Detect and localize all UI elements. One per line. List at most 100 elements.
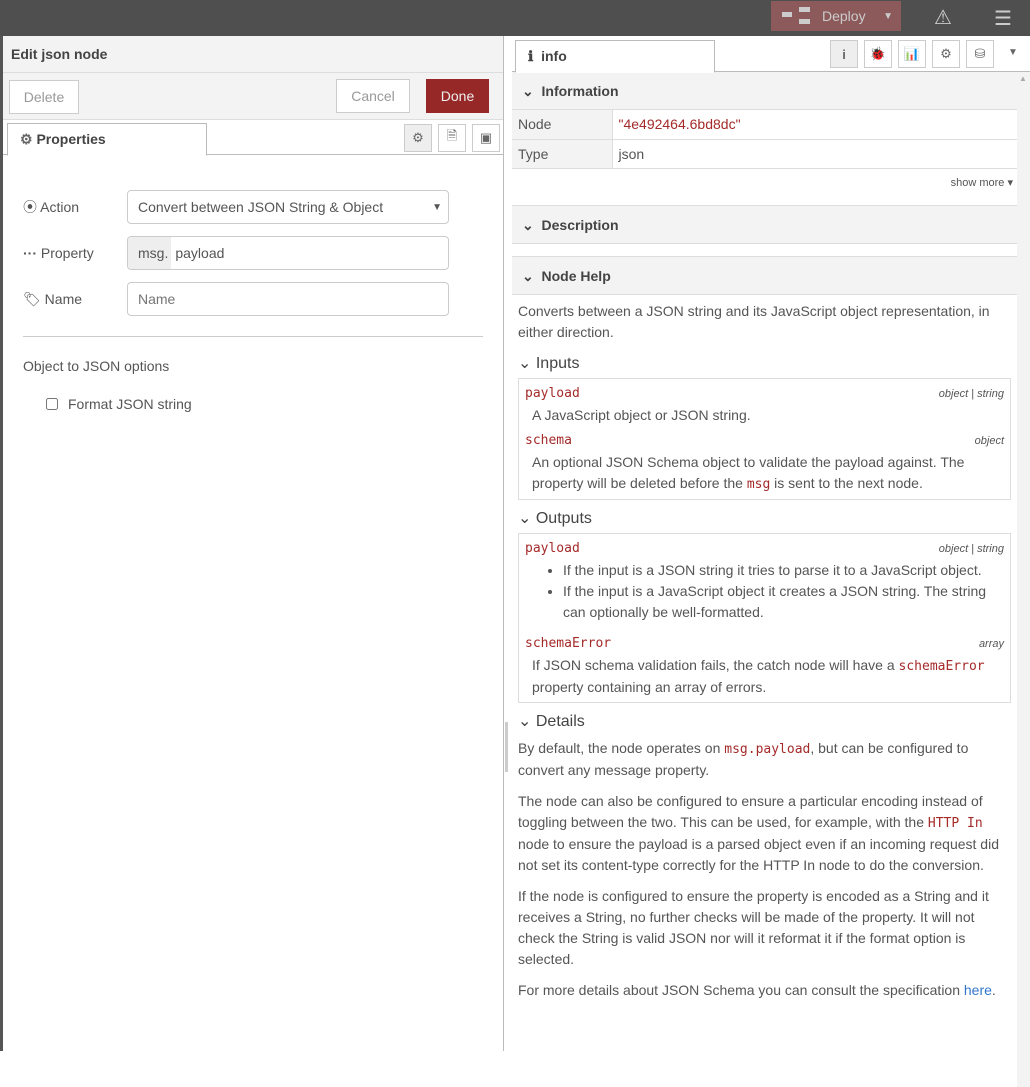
chevron-down-icon: ▼ bbox=[432, 201, 442, 213]
bar-chart-icon: 📊 bbox=[903, 46, 921, 61]
resize-handle[interactable] bbox=[505, 722, 508, 772]
details-paragraph: The node can also be configured to ensur… bbox=[518, 792, 999, 873]
table-row: Node "4e492464.6bd8dc" bbox=[512, 110, 1017, 140]
bug-icon: 🐞 bbox=[869, 46, 887, 61]
tray-title: Edit json node bbox=[3, 36, 503, 73]
info-icon: ℹ bbox=[528, 48, 534, 64]
property-value: payload bbox=[175, 245, 225, 261]
sidebar-tabs: ℹ info i 🐞 📊 ⚙ ⛁ ▼ bbox=[512, 36, 1030, 73]
delete-button[interactable]: Delete bbox=[9, 80, 79, 114]
property-label: ··· Property bbox=[23, 245, 94, 261]
type-label: Type bbox=[512, 139, 613, 169]
config-tab-button[interactable]: ⚙ bbox=[932, 40, 960, 68]
tray-tabs: ⚙ Properties ⚙ 🗎 ▣ bbox=[3, 120, 503, 156]
cancel-button[interactable]: Cancel bbox=[336, 79, 410, 113]
deploy-button[interactable]: Deploy ▼ bbox=[771, 1, 901, 31]
type-value: json bbox=[612, 139, 1017, 169]
input-payload-desc: A JavaScript object or JSON string. bbox=[532, 406, 751, 423]
name-label: 🏷 Name bbox=[23, 290, 83, 307]
warning-icon[interactable]: ⚠ bbox=[934, 5, 952, 30]
information-section-header[interactable]: ⌄ Information bbox=[512, 72, 1017, 110]
property-row: ··· Property msg. payload bbox=[23, 236, 449, 270]
database-icon: ⛁ bbox=[974, 46, 986, 61]
description-view-button[interactable]: 🗎 bbox=[438, 124, 466, 152]
output-payload-name: payload bbox=[525, 540, 580, 556]
info-icon: i bbox=[842, 46, 846, 62]
document-icon: 🗎 bbox=[446, 128, 458, 143]
property-input[interactable]: msg. payload bbox=[127, 236, 449, 270]
chevron-down-icon: ⌄ bbox=[522, 267, 534, 284]
node-id: "4e492464.6bd8dc" bbox=[612, 110, 1017, 140]
inputs-list: payload object | string A JavaScript obje… bbox=[518, 377, 1011, 500]
properties-view-button[interactable]: ⚙ bbox=[404, 124, 432, 152]
node-label: Node bbox=[512, 110, 613, 140]
inputs-heading: ⌄ Inputs bbox=[518, 354, 580, 372]
format-row: Format JSON string bbox=[46, 396, 192, 412]
edit-tray: Edit json node Delete Cancel Done ⚙ Prop… bbox=[0, 36, 504, 1051]
action-value: Convert between JSON String & Object bbox=[138, 199, 384, 215]
input-payload-name: payload bbox=[525, 385, 580, 401]
details-paragraph: For more details about JSON Schema you c… bbox=[518, 981, 996, 998]
node-info-table: Node "4e492464.6bd8dc" Type json bbox=[512, 110, 1017, 169]
spec-link[interactable]: here bbox=[964, 982, 992, 998]
tag-icon: 🏷 bbox=[23, 290, 41, 307]
target-icon: ⦿ bbox=[23, 199, 37, 215]
header-bar: Deploy ▼ ⚠ ☰ bbox=[0, 0, 1030, 36]
scroll-up-icon[interactable]: ▲ bbox=[1019, 74, 1027, 83]
deploy-label: Deploy bbox=[822, 8, 866, 24]
outputs-heading: ⌄ Outputs bbox=[518, 509, 592, 527]
action-row: ⦿ Action Convert between JSON String & O… bbox=[23, 190, 449, 224]
gear-icon: ⚙ bbox=[412, 130, 424, 145]
description-section-header[interactable]: ⌄ Description bbox=[512, 205, 1017, 244]
list-item: If the input is a JSON string it tries t… bbox=[563, 560, 1004, 581]
table-row: Type json bbox=[512, 139, 1017, 169]
input-schema-name: schema bbox=[525, 432, 572, 448]
tray-toolbar: Delete Cancel Done bbox=[3, 73, 503, 120]
appearance-view-button[interactable]: ▣ bbox=[472, 124, 500, 152]
input-schema-desc: An optional JSON Schema object to valida… bbox=[532, 453, 965, 492]
action-label: ⦿ Action bbox=[23, 199, 80, 215]
frame-icon: ▣ bbox=[479, 130, 493, 145]
action-select[interactable]: Convert between JSON String & Object ▼ bbox=[127, 190, 449, 224]
format-json-checkbox[interactable] bbox=[46, 398, 58, 410]
show-more-link[interactable]: show more ▾ bbox=[512, 169, 1017, 206]
input-schema-type: object bbox=[974, 434, 1004, 447]
context-tab-button[interactable]: ⛁ bbox=[966, 40, 994, 68]
input-payload-type: object | string bbox=[938, 387, 1004, 400]
format-label: Format JSON string bbox=[68, 396, 192, 412]
output-error-type: array bbox=[978, 637, 1004, 650]
deploy-icon bbox=[782, 7, 810, 25]
dashboard-tab-button[interactable]: 📊 bbox=[898, 40, 926, 68]
debug-tab-button[interactable]: 🐞 bbox=[864, 40, 892, 68]
sidebar: ℹ info i 🐞 📊 ⚙ ⛁ ▼ ⌄ Information Node "4e… bbox=[512, 36, 1030, 1087]
chevron-down-icon: ⌄ bbox=[522, 83, 534, 99]
tab-info[interactable]: ℹ info bbox=[515, 40, 715, 73]
divider bbox=[23, 336, 483, 337]
help-intro: Converts between a JSON string and its J… bbox=[518, 302, 990, 340]
gear-icon: ⚙ bbox=[20, 131, 33, 147]
options-heading: Object to JSON options bbox=[23, 358, 170, 374]
chevron-down-icon[interactable]: ▼ bbox=[1008, 47, 1018, 58]
deploy-dropdown-icon[interactable]: ▼ bbox=[883, 11, 893, 22]
output-error-name: schemaError bbox=[525, 635, 612, 651]
name-input[interactable] bbox=[127, 282, 449, 316]
list-item: If the input is a JavaScript object it c… bbox=[563, 581, 1004, 623]
chevron-down-icon: ⌄ bbox=[522, 216, 534, 233]
scrollbar[interactable]: ▲ bbox=[1017, 72, 1030, 1087]
gear-icon: ⚙ bbox=[940, 46, 952, 61]
tab-label: Properties bbox=[36, 131, 106, 147]
menu-icon[interactable]: ☰ bbox=[994, 6, 1012, 31]
node-help-section-header[interactable]: ⌄ Node Help bbox=[512, 256, 1017, 295]
node-help-content: Converts between a JSON string and its J… bbox=[512, 301, 1017, 1001]
details-paragraph: If the node is configured to ensure the … bbox=[518, 887, 989, 967]
name-row: 🏷 Name bbox=[23, 282, 449, 316]
done-button[interactable]: Done bbox=[426, 79, 489, 113]
outputs-list: payload object | string If the input is a… bbox=[518, 532, 1011, 703]
info-tab-button[interactable]: i bbox=[830, 40, 858, 68]
details-paragraph: By default, the node operates on msg.pay… bbox=[518, 739, 969, 778]
ellipsis-icon: ··· bbox=[23, 245, 37, 261]
output-error-desc: If JSON schema validation fails, the cat… bbox=[532, 656, 985, 695]
msg-prefix: msg. bbox=[128, 237, 172, 269]
details-heading: ⌄ Details bbox=[518, 712, 585, 730]
tab-properties[interactable]: ⚙ Properties bbox=[7, 123, 207, 156]
